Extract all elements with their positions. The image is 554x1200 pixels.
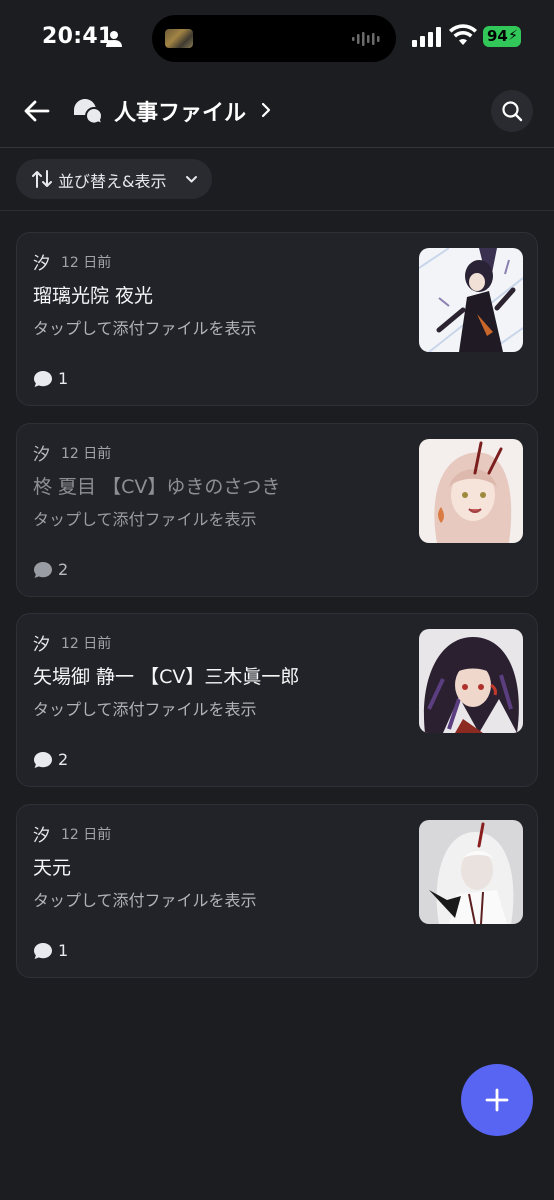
post-title: 柊 夏目 【CV】ゆきのさつき xyxy=(33,476,281,498)
post-author: 汐 xyxy=(33,254,50,274)
post-subtitle: タップして添付ファイルを表示 xyxy=(33,891,257,910)
search-icon xyxy=(502,101,523,122)
cellular-signal-icon xyxy=(412,27,441,47)
channel-header: 人事ファイル xyxy=(0,75,554,148)
post-title: 矢場御 静一 【CV】三木眞一郎 xyxy=(33,666,300,688)
post-title: 瑠璃光院 夜光 xyxy=(33,285,154,307)
post-author: 汐 xyxy=(33,826,50,846)
channel-title[interactable]: 人事ファイル xyxy=(114,95,246,127)
battery-level: 94 xyxy=(487,27,508,45)
battery-indicator: 94 ⚡ xyxy=(483,26,521,47)
post-thumbnail[interactable] xyxy=(419,629,523,733)
post-author: 汐 xyxy=(33,635,50,655)
comment-count: 2 xyxy=(58,750,69,769)
post-author: 汐 xyxy=(33,445,50,465)
audio-waveform-icon xyxy=(352,32,380,46)
charging-bolt-icon: ⚡ xyxy=(508,28,518,44)
now-playing-artwork xyxy=(165,29,193,48)
comment-bubble-icon xyxy=(34,562,52,578)
post-thumbnail[interactable] xyxy=(419,248,523,352)
back-arrow-icon[interactable] xyxy=(22,97,50,125)
post-card[interactable]: 汐 12 日前 瑠璃光院 夜光 タップして添付ファイルを表示 1 xyxy=(16,232,538,406)
comment-bubble-icon xyxy=(34,371,52,387)
comment-count: 1 xyxy=(58,369,69,388)
wifi-icon xyxy=(449,24,477,45)
forum-channel-icon xyxy=(74,99,104,126)
search-button[interactable] xyxy=(491,90,533,132)
post-subtitle: タップして添付ファイルを表示 xyxy=(33,510,257,529)
plus-icon xyxy=(485,1088,509,1112)
new-post-button[interactable] xyxy=(461,1064,533,1136)
chevron-right-icon[interactable] xyxy=(260,101,272,119)
status-bar: 20:41 94 ⚡ xyxy=(0,0,554,75)
comment-bubble-icon xyxy=(34,943,52,959)
post-date: 12 日前 xyxy=(61,827,112,843)
person-icon xyxy=(106,31,122,47)
post-title: 天元 xyxy=(33,857,72,879)
post-date: 12 日前 xyxy=(61,255,112,271)
sort-display-label: 並び替え&表示 xyxy=(58,172,167,191)
post-card[interactable]: 汐 12 日前 柊 夏目 【CV】ゆきのさつき タップして添付ファイルを表示 2 xyxy=(16,423,538,597)
comment-count: 2 xyxy=(58,560,69,579)
sort-arrows-icon xyxy=(32,170,52,188)
comment-bubble-icon xyxy=(34,752,52,768)
post-date: 12 日前 xyxy=(61,636,112,652)
sort-bar: 並び替え&表示 xyxy=(0,148,554,211)
post-card[interactable]: 汐 12 日前 天元 タップして添付ファイルを表示 1 xyxy=(16,804,538,978)
dynamic-island xyxy=(152,15,396,62)
comment-count: 1 xyxy=(58,941,69,960)
post-subtitle: タップして添付ファイルを表示 xyxy=(33,319,257,338)
sort-display-button[interactable]: 並び替え&表示 xyxy=(16,159,212,199)
post-card[interactable]: 汐 12 日前 矢場御 静一 【CV】三木眞一郎 タップして添付ファイルを表示 … xyxy=(16,613,538,787)
post-thumbnail[interactable] xyxy=(419,820,523,924)
status-time: 20:41 xyxy=(42,24,114,49)
chevron-down-icon xyxy=(186,176,197,183)
post-thumbnail[interactable] xyxy=(419,439,523,543)
post-date: 12 日前 xyxy=(61,446,112,462)
post-subtitle: タップして添付ファイルを表示 xyxy=(33,700,257,719)
